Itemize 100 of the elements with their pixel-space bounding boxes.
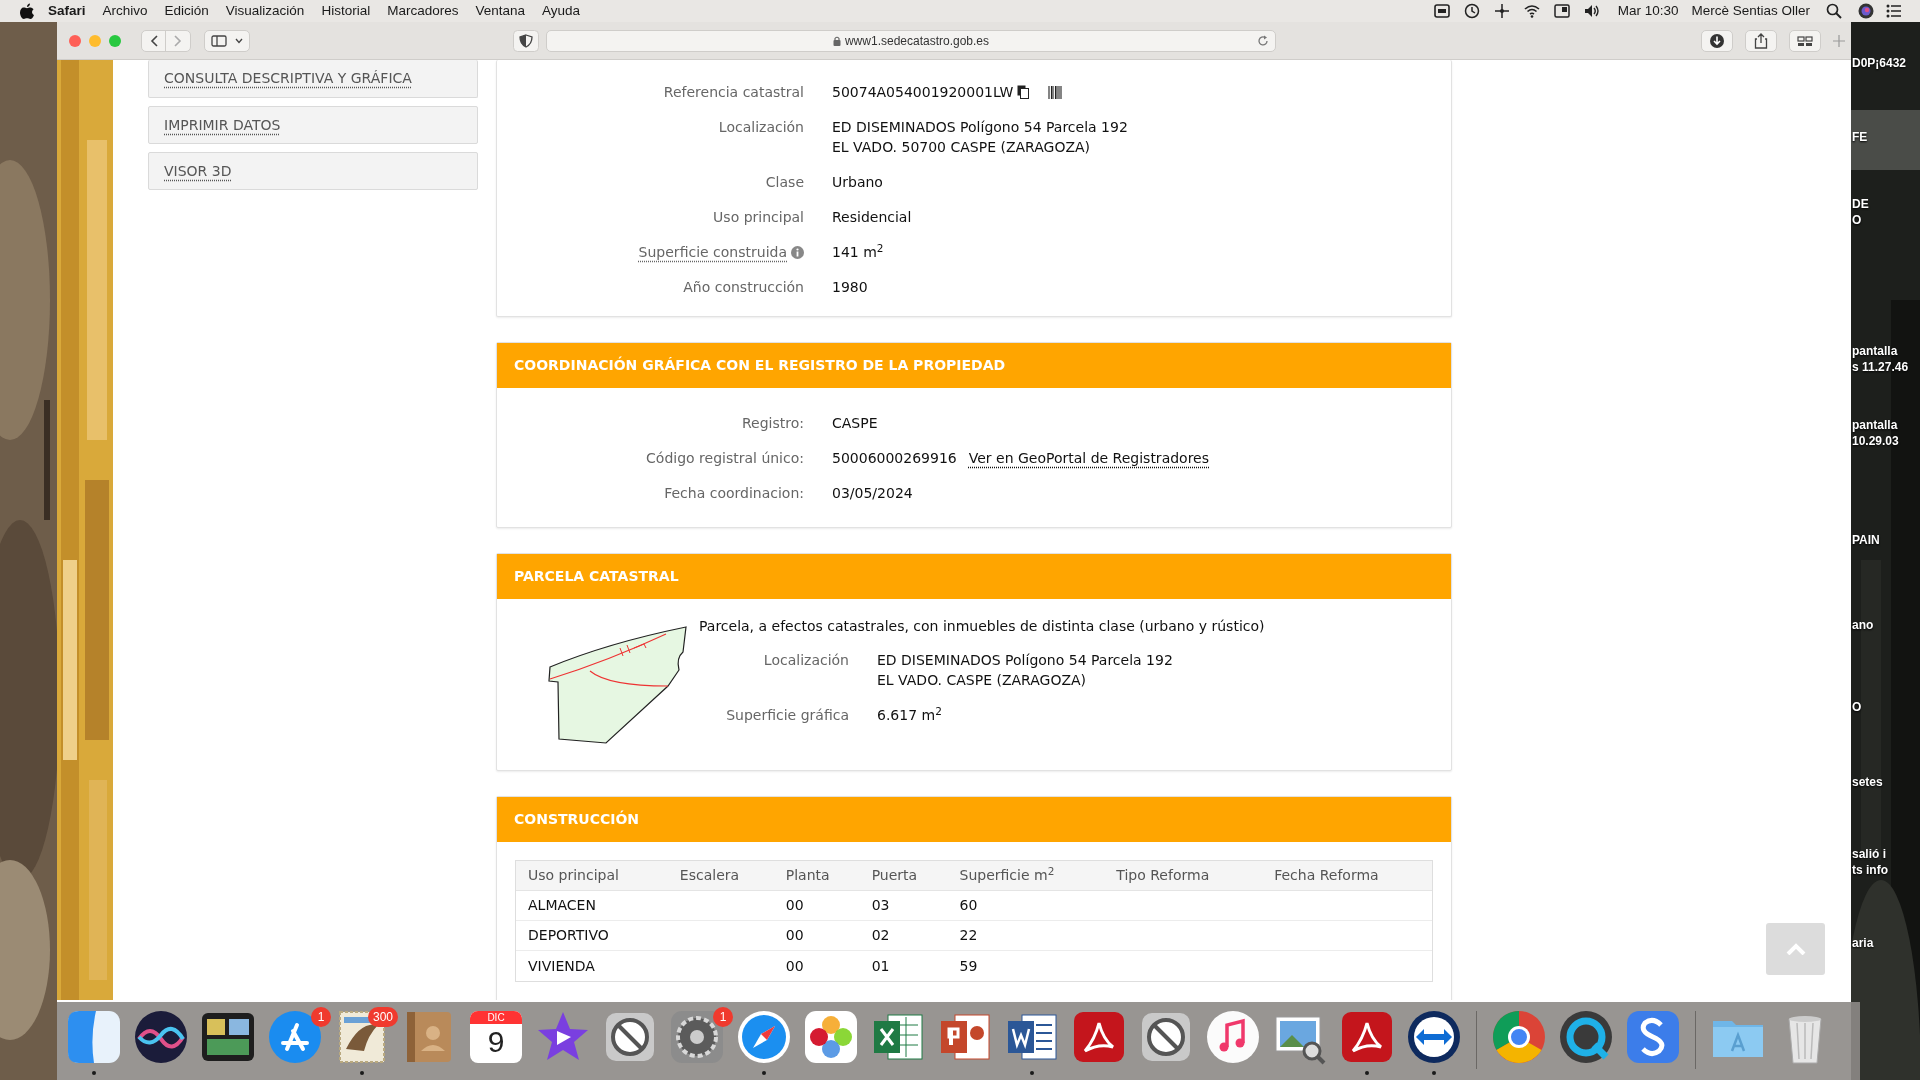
sidebar-toggle-button[interactable] (204, 29, 250, 52)
desktop-icon-label[interactable]: O (1852, 699, 1862, 715)
field-value: Urbano (832, 173, 883, 192)
desktop-icon-label[interactable]: 10.29.03 (1852, 433, 1899, 449)
info-icon[interactable] (791, 245, 804, 259)
desktop-icon-label[interactable]: DE (1852, 196, 1869, 212)
list-icon[interactable] (1886, 4, 1902, 18)
music-note-icon[interactable] (1205, 1009, 1261, 1065)
apple-icon[interactable] (20, 3, 34, 19)
table-cell: DEPORTIVO (528, 927, 609, 943)
desktop-icon-label[interactable]: pantalla (1852, 417, 1899, 433)
move-icon[interactable] (1493, 3, 1510, 19)
menu-item[interactable]: Historial (321, 0, 371, 22)
lock-icon (832, 35, 841, 46)
sidebar-link[interactable]: CONSULTA DESCRIPTIVA Y GRÁFICA (148, 60, 478, 98)
sidebar-link[interactable]: IMPRIMIR DATOS (148, 106, 478, 144)
field-label: Registro: (742, 414, 804, 433)
app-store-icon[interactable] (267, 1009, 323, 1065)
orb-icon[interactable] (133, 1009, 189, 1065)
desktop-icon-label[interactable]: PAIN (1852, 532, 1880, 548)
table-cell: 01 (871, 957, 890, 974)
volume-icon[interactable] (1583, 3, 1600, 19)
share-button[interactable] (1745, 29, 1777, 52)
desktop-icon-label[interactable]: pantalla (1852, 343, 1909, 359)
flower-icon[interactable] (803, 1009, 859, 1065)
desktop-icon-label[interactable]: s 11.27.46 (1852, 359, 1909, 375)
field-label: Referencia catastral (663, 83, 804, 102)
menu-item[interactable]: Safari (48, 0, 86, 22)
ring-icon[interactable] (1558, 1009, 1614, 1065)
barcode-icon[interactable] (1048, 85, 1063, 99)
desktop-icon-label[interactable]: ano (1852, 617, 1874, 633)
table-cell: 00 (785, 897, 804, 913)
desktop-icon-label[interactable]: salió i (1852, 846, 1888, 862)
parcel-description: Parcela, a efectos catastrales, con inmuebles de distinta clase (urbano y rústico) (699, 617, 1265, 636)
column-header: Uso principal (527, 866, 620, 885)
download-icon (1709, 32, 1725, 49)
field-label: Superficie construida (638, 243, 787, 262)
forward-icon (174, 34, 182, 47)
menu-item[interactable]: Visualización (225, 0, 305, 22)
copy-icon[interactable] (1017, 85, 1030, 99)
swirl-icon[interactable] (1339, 1009, 1395, 1065)
address-field[interactable]: www1.sedecatastro.gob.es (546, 29, 1276, 52)
table-cell: 03 (871, 897, 890, 913)
screen-icon[interactable] (1433, 3, 1450, 19)
gear-icon[interactable] (669, 1009, 725, 1065)
field-value: EL VADO. 50700 CASPE (ZARAGOZA) (832, 138, 1092, 157)
menu-item[interactable]: Ventana (475, 0, 525, 22)
menu-clock[interactable]: Mar 10:30 (1617, 0, 1679, 22)
table-cell: 60 (959, 897, 978, 913)
calendar-month: DIC (470, 1011, 522, 1024)
swirl-icon[interactable] (1071, 1009, 1127, 1065)
menu-item[interactable]: Archivo (102, 0, 148, 22)
desktop-icon-label[interactable]: ts info (1852, 862, 1888, 878)
menu-user[interactable]: Mercè Sentias Oller (1691, 0, 1810, 22)
section-header: COORDINACIÓN GRÁFICA CON EL REGISTRO DE LA PROPIEDAD (497, 343, 1451, 388)
calendar-icon[interactable]: DIC 9 (470, 1011, 522, 1063)
compass-icon[interactable] (736, 1009, 792, 1065)
field-label: Superficie gráfica (726, 706, 849, 725)
section-header: CONSTRUCCIÓN (497, 797, 1451, 842)
wheel-icon[interactable] (1491, 1009, 1547, 1065)
tabs-button[interactable] (1789, 29, 1821, 52)
table-cell: ALMACEN (528, 897, 596, 913)
field-value: ED DISEMINADOS Polígono 54 Parcela 192 (877, 651, 1173, 670)
badge-count: 300 (367, 1007, 398, 1027)
badge-count: 1 (311, 1007, 331, 1027)
table-cell: 00 (785, 957, 804, 974)
desktop-icon-label[interactable]: setes (1852, 774, 1883, 790)
reload-icon[interactable] (1257, 34, 1269, 47)
geoportal-link[interactable]: Ver en GeoPortal de Registradores (968, 448, 1209, 468)
sidebar-link[interactable]: VISOR 3D (148, 152, 478, 190)
field-label: Fecha coordinacion: (664, 484, 804, 503)
s-shape-icon[interactable] (1625, 1009, 1681, 1065)
field-value: 6.617 m$^{2}$ (877, 705, 942, 725)
desktop-icon-label[interactable]: D0P¡6432 (1852, 55, 1907, 71)
shield-icon[interactable] (513, 29, 539, 52)
table-cell: VIVIENDA (528, 957, 595, 974)
window-icon[interactable] (1553, 3, 1570, 19)
field-label: Uso principal (713, 208, 804, 227)
share-icon (1753, 32, 1769, 49)
desktop-icon-label[interactable]: aria (1852, 935, 1874, 951)
menu-item[interactable]: Ayuda (542, 0, 581, 22)
desktop-icon-label[interactable]: FE (1852, 129, 1868, 145)
download-button[interactable] (1701, 29, 1733, 52)
field-label: Clase (765, 173, 804, 192)
column-header: Tipo Reforma (1115, 866, 1211, 885)
menu-item[interactable]: Marcadores (387, 0, 459, 22)
desktop-icon-label[interactable]: O (1852, 212, 1869, 228)
orb-icon[interactable] (1858, 3, 1874, 19)
table-cell: 22 (959, 927, 978, 943)
table-cell: 00 (785, 927, 804, 943)
split-square-icon[interactable] (66, 1009, 122, 1065)
search-icon[interactable] (1826, 3, 1842, 19)
field-value: 141 m$^{2}$ (832, 242, 884, 262)
calendar-day: 9 (487, 1024, 505, 1060)
wifi-icon[interactable] (1523, 3, 1540, 19)
table-cell: 59 (959, 957, 978, 974)
menu-item[interactable]: Edición (164, 0, 209, 22)
field-value: 1980 (832, 278, 868, 297)
clock-icon[interactable] (1463, 3, 1480, 19)
field-label: Localización (763, 651, 849, 670)
